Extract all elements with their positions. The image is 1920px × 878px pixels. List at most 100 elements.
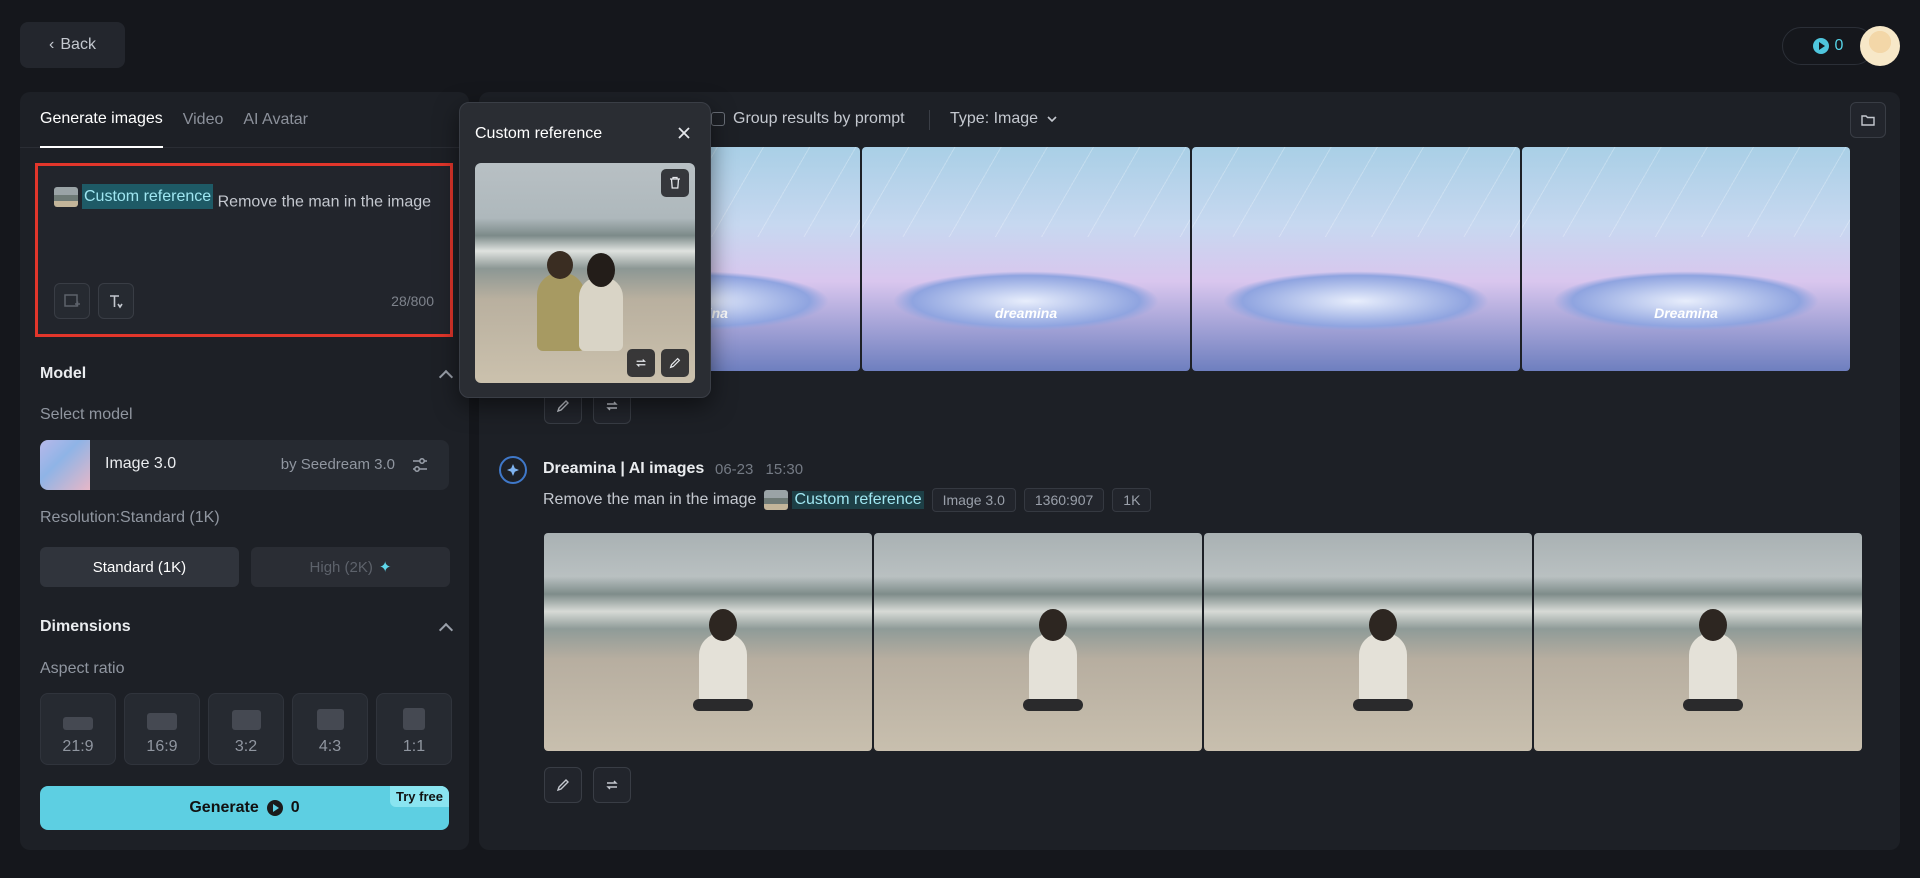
entry-reference-label: Custom reference <box>792 491 924 509</box>
ratio-label: 3:2 <box>234 738 258 755</box>
result-row-2 <box>544 533 1862 751</box>
ratio-option-16-9[interactable]: 16:9 <box>124 693 200 765</box>
text-style-button[interactable] <box>98 283 134 319</box>
aspect-ratio-options: 21:9 16:9 3:2 4:3 1:1 <box>40 693 452 765</box>
avatar[interactable] <box>1860 26 1900 66</box>
group-checkbox[interactable] <box>711 112 725 126</box>
toolbar-divider <box>929 110 930 130</box>
result-image[interactable] <box>1192 147 1520 371</box>
mode-tabs: Generate images Video AI Avatar <box>20 92 469 148</box>
resolution-high-button[interactable]: High (2K) ✦ <box>251 547 450 587</box>
generate-label: Generate <box>189 799 259 816</box>
delete-reference-button[interactable] <box>661 169 689 197</box>
repeat-icon <box>606 401 618 411</box>
result-image[interactable] <box>1534 533 1862 751</box>
result-image[interactable]: dreamina <box>862 147 1190 371</box>
entry-reference-chip[interactable]: Custom reference <box>764 490 924 510</box>
folder-icon <box>1861 115 1875 126</box>
ratio-label: 1:1 <box>402 738 426 755</box>
figure <box>1023 609 1083 711</box>
char-counter: 28/800 <box>391 293 434 309</box>
repeat-icon <box>606 780 618 790</box>
figure <box>693 609 753 711</box>
reference-image[interactable] <box>475 163 695 383</box>
stage-label: dreamina <box>994 305 1058 321</box>
credit-coin-icon <box>266 800 283 816</box>
trash-icon <box>670 176 680 189</box>
model-selector[interactable]: Image 3.0 by Seedream 3.0 <box>40 440 449 490</box>
model-name: Image 3.0 <box>105 455 177 472</box>
ratio-4-3-icon <box>316 709 344 730</box>
ratio-label: 16:9 <box>146 738 178 755</box>
model-thumbnail <box>40 440 90 490</box>
tab-video[interactable]: Video <box>183 92 224 148</box>
reference-thumbnail <box>764 490 789 510</box>
ratio-option-1-1[interactable]: 1:1 <box>376 693 452 765</box>
replace-reference-button[interactable] <box>627 349 655 377</box>
result-image[interactable] <box>544 533 872 751</box>
result-image[interactable] <box>874 533 1202 751</box>
reference-thumbnail <box>54 186 78 207</box>
reference-chip-label: Custom reference <box>82 184 214 209</box>
tab-ai-avatar[interactable]: AI Avatar <box>243 92 308 148</box>
figure <box>537 251 585 351</box>
add-reference-image-button[interactable] <box>54 283 90 319</box>
ratio-16-9-icon <box>147 713 177 730</box>
type-filter-dropdown[interactable]: Type: Image <box>950 110 1058 128</box>
result-image[interactable]: Dreamina <box>1522 147 1850 371</box>
resolution-tag: 1K <box>1112 488 1152 512</box>
ratio-label: 4:3 <box>318 738 342 755</box>
repeat-icon <box>636 359 646 367</box>
ratio-label: 21:9 <box>62 738 94 755</box>
select-model-label: Select model <box>40 406 133 423</box>
group-label: Group results by prompt <box>733 110 905 127</box>
ratio-1-1-icon <box>403 708 425 730</box>
folder-button[interactable] <box>1850 102 1886 138</box>
aspect-ratio-label: Aspect ratio <box>40 660 125 677</box>
model-provider: by Seedream 3.0 <box>280 456 395 473</box>
model-tag: Image 3.0 <box>931 488 1016 512</box>
text-icon <box>110 295 123 309</box>
stage-label: Dreamina <box>1654 305 1718 321</box>
generate-panel: Generate images Video AI Avatar Custom r… <box>20 92 469 850</box>
edit-button[interactable] <box>544 767 582 803</box>
entry-prompt: Remove the man in the image Custom refer… <box>543 488 1152 512</box>
image-plus-icon <box>64 294 80 307</box>
generate-button[interactable]: Generate 0 Try free <box>40 786 449 830</box>
pencil-icon <box>556 779 569 792</box>
ratio-option-4-3[interactable]: 4:3 <box>292 693 368 765</box>
ratio-21-9-icon <box>63 717 93 730</box>
ratio-3-2-icon <box>231 710 261 730</box>
generate-cost: 0 <box>290 799 300 816</box>
credits-count: 0 <box>1834 37 1844 54</box>
prompt-text[interactable]: Custom reference Remove the man in the i… <box>54 184 434 215</box>
custom-reference-popup: Custom reference <box>459 102 711 398</box>
sliders-icon[interactable] <box>411 456 429 474</box>
resolution-label: Resolution:Standard (1K) <box>40 509 220 526</box>
reference-chip[interactable]: Custom reference <box>54 184 214 209</box>
entry-title: Dreamina | AI images <box>543 460 705 477</box>
back-button[interactable]: ‹ Back <box>20 22 125 68</box>
figure <box>579 253 623 351</box>
resolution-standard-label: Standard (1K) <box>92 558 187 576</box>
close-icon[interactable] <box>676 125 692 141</box>
tab-generate-images[interactable]: Generate images <box>40 92 163 148</box>
resolution-standard-button[interactable]: Standard (1K) <box>40 547 239 587</box>
edit-reference-button[interactable] <box>661 349 689 377</box>
prompt-input[interactable]: Custom reference Remove the man in the i… <box>35 163 453 337</box>
ratio-option-3-2[interactable]: 3:2 <box>208 693 284 765</box>
figure <box>1353 609 1413 711</box>
ratio-option-21-9[interactable]: 21:9 <box>40 693 116 765</box>
type-filter-label: Type: Image <box>950 110 1039 127</box>
prompt-body: Remove the man in the image <box>217 193 432 211</box>
result-image[interactable] <box>1204 533 1532 751</box>
dreamina-logo-icon <box>499 456 527 484</box>
credit-coin-icon <box>1812 38 1829 54</box>
group-by-prompt-toggle[interactable]: Group results by prompt <box>711 110 905 128</box>
chevron-down-icon <box>1047 116 1057 123</box>
model-collapse-icon[interactable] <box>438 369 454 385</box>
pencil-icon <box>669 357 681 369</box>
result-row-1: Dreamina dreamina Dreamina <box>532 147 1850 371</box>
regenerate-button[interactable] <box>593 767 631 803</box>
dimensions-collapse-icon[interactable] <box>438 622 454 638</box>
